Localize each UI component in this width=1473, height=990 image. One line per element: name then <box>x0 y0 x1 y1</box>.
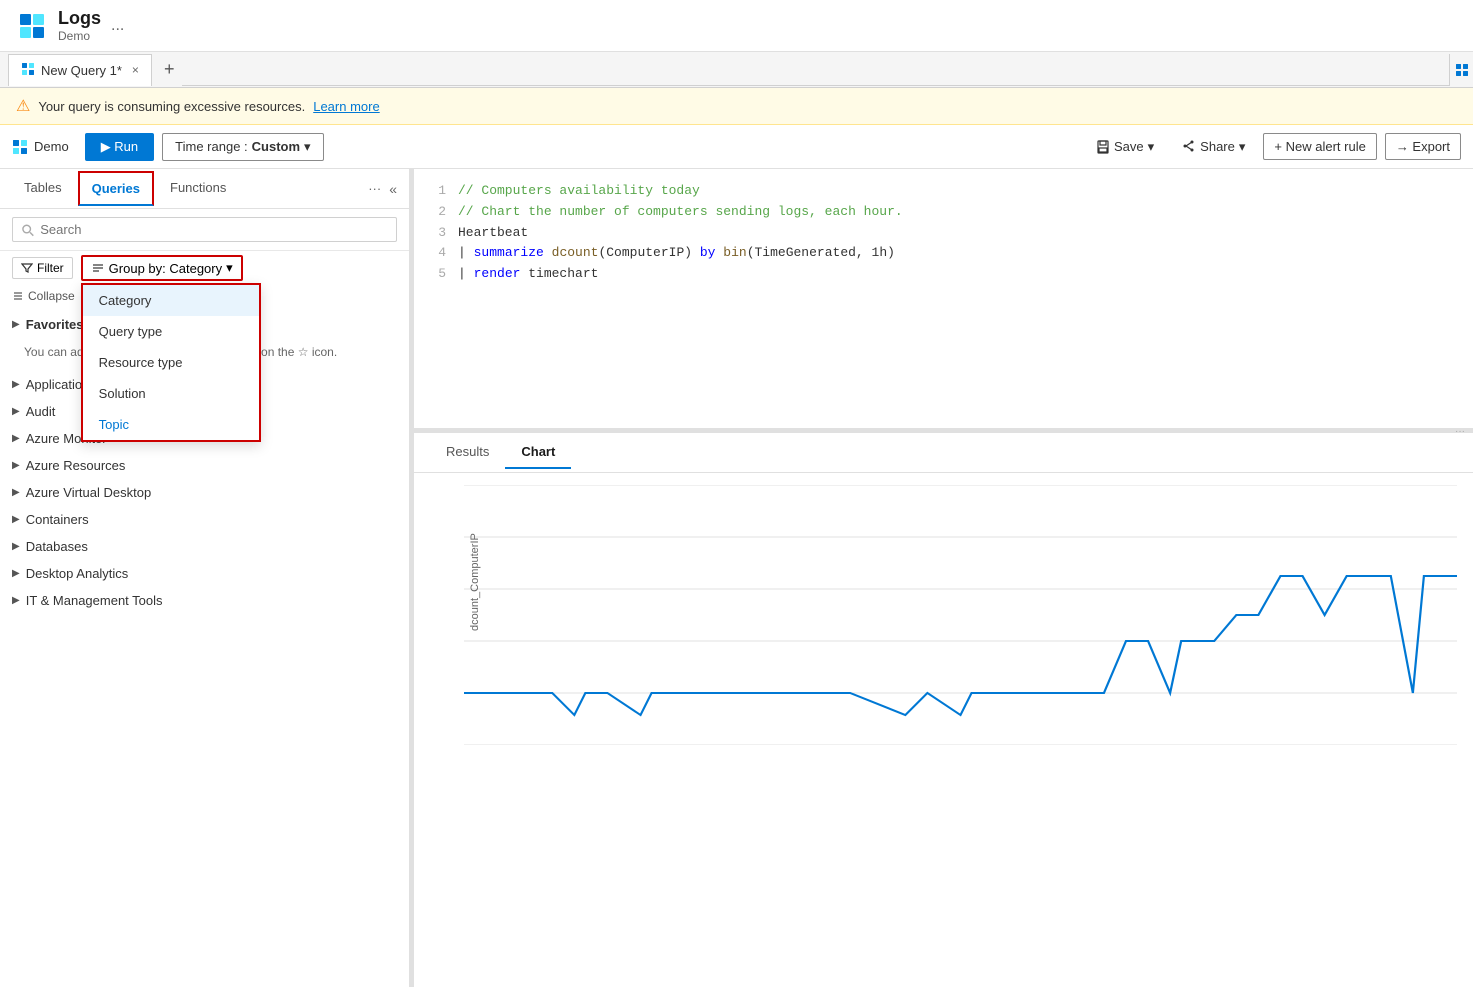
sidebar-section-desktop-analytics[interactable]: ▶ Desktop Analytics <box>0 560 409 587</box>
collapse-label: Collapse <box>28 289 75 303</box>
editor-line-5: 5 | render timechart <box>430 264 1457 285</box>
save-label: Save <box>1114 139 1144 154</box>
section-label: Audit <box>26 404 56 419</box>
sidebar-section-azure-resources[interactable]: ▶ Azure Resources <box>0 452 409 479</box>
export-button[interactable]: → Export <box>1385 133 1461 160</box>
tab-settings-icon[interactable] <box>1449 54 1473 86</box>
results-area: Results Chart dcount_ComputerIP <box>414 433 1473 987</box>
sidebar-search <box>0 209 409 251</box>
new-tab-button[interactable]: + <box>156 59 183 80</box>
dropdown-item-resource-type[interactable]: Resource type <box>83 347 259 378</box>
group-by-chevron: ▾ <box>226 260 233 276</box>
section-label: Desktop Analytics <box>26 566 129 581</box>
tab-functions[interactable]: Functions <box>158 172 238 205</box>
group-by-label: Group by: Category <box>109 261 222 276</box>
section-label: IT & Management Tools <box>26 593 163 608</box>
section-triangle: ▶ <box>12 541 20 552</box>
section-label: Azure Virtual Desktop <box>26 485 152 500</box>
tab-icon <box>21 62 35 79</box>
editor-line-1: 1 // Computers availability today <box>430 181 1457 202</box>
filter-icon <box>21 262 33 274</box>
toolbar: Demo ▶ Run Time range : Custom ▾ Save ▾ … <box>0 125 1473 169</box>
group-by-icon <box>91 261 105 275</box>
warning-icon: ⚠ <box>16 96 30 116</box>
tab-label: New Query 1* <box>41 63 122 78</box>
run-button[interactable]: ▶ Run <box>85 133 154 161</box>
section-triangle: ▶ <box>12 460 20 471</box>
app-ellipsis[interactable]: ... <box>111 17 124 35</box>
group-by-button[interactable]: Group by: Category ▾ <box>81 255 243 281</box>
search-input[interactable] <box>40 222 388 237</box>
favorites-triangle: ▶ <box>12 319 20 330</box>
time-range-chevron: ▾ <box>304 139 311 155</box>
favorites-title: Favorites <box>26 317 84 332</box>
code-editor[interactable]: 1 // Computers availability today 2 // C… <box>414 169 1473 429</box>
sidebar-section-containers[interactable]: ▶ Containers <box>0 506 409 533</box>
filter-button[interactable]: Filter <box>12 257 73 279</box>
tab-tables[interactable]: Tables <box>12 172 74 205</box>
section-triangle: ▶ <box>12 514 20 525</box>
sidebar-more-icon[interactable]: ··· <box>368 181 381 196</box>
workspace-name: Demo <box>34 139 69 154</box>
filter-label: Filter <box>37 261 64 275</box>
section-triangle: ▶ <box>12 568 20 579</box>
time-range-button[interactable]: Time range : Custom ▾ <box>162 133 323 161</box>
new-alert-button[interactable]: + New alert rule <box>1263 133 1376 160</box>
right-panel: 1 // Computers availability today 2 // C… <box>414 169 1473 987</box>
sidebar-tabs: Tables Queries Functions ··· « <box>0 169 409 209</box>
collapse-icon <box>12 290 24 302</box>
sidebar-section-it-&-management-tools[interactable]: ▶ IT & Management Tools <box>0 587 409 614</box>
section-label: Azure Resources <box>26 458 126 473</box>
section-triangle: ▶ <box>12 406 20 417</box>
chart-tab[interactable]: Chart <box>505 436 571 469</box>
time-range-label: Time range : <box>175 139 248 154</box>
learn-more-link[interactable]: Learn more <box>313 99 379 114</box>
results-tab[interactable]: Results <box>430 436 505 469</box>
dropdown-item-query-type[interactable]: Query type <box>83 316 259 347</box>
sidebar-section-azure-virtual-desktop[interactable]: ▶ Azure Virtual Desktop <box>0 479 409 506</box>
save-button[interactable]: Save ▾ <box>1086 134 1164 160</box>
tab-queries[interactable]: Queries <box>78 171 154 206</box>
app-icon <box>16 10 48 42</box>
section-label: Containers <box>26 512 89 527</box>
section-label: Databases <box>26 539 88 554</box>
dropdown-item-category[interactable]: Category <box>83 285 259 316</box>
tab-bar: New Query 1* × + <box>0 52 1473 88</box>
results-tabs: Results Chart <box>414 433 1473 473</box>
group-by-dropdown: Category Query type Resource type Soluti… <box>81 283 261 442</box>
dropdown-item-topic[interactable]: Topic <box>83 409 259 440</box>
app-title: Logs <box>58 8 101 29</box>
warning-text: Your query is consuming excessive resour… <box>38 99 305 114</box>
sidebar-collapse-icon[interactable]: « <box>389 181 397 197</box>
y-axis-label: dcount_ComputerIP <box>469 533 481 631</box>
time-range-value: Custom <box>252 139 300 154</box>
editor-line-3: 3 Heartbeat <box>430 223 1457 244</box>
chart-svg: 26 24 22 20 18 <box>464 485 1457 745</box>
editor-line-2: 2 // Chart the number of computers sendi… <box>430 202 1457 223</box>
chart-area: dcount_ComputerIP 26 24 22 20 <box>414 473 1473 987</box>
search-wrap <box>12 217 397 242</box>
section-triangle: ▶ <box>12 379 20 390</box>
tab-close-icon[interactable]: × <box>132 63 139 77</box>
top-bar: Logs Demo ... <box>0 0 1473 52</box>
app-subtitle: Demo <box>58 29 101 43</box>
dropdown-item-solution[interactable]: Solution <box>83 378 259 409</box>
section-triangle: ▶ <box>12 433 20 444</box>
sidebar: Tables Queries Functions ··· « Filter <box>0 169 410 987</box>
sidebar-section-databases[interactable]: ▶ Databases <box>0 533 409 560</box>
main-layout: Tables Queries Functions ··· « Filter <box>0 169 1473 987</box>
demo-label: Demo <box>12 139 69 155</box>
warning-bar: ⚠ Your query is consuming excessive reso… <box>0 88 1473 125</box>
editor-line-4: 4 | summarize dcount(ComputerIP) by bin(… <box>430 243 1457 264</box>
search-icon <box>21 223 34 237</box>
share-button[interactable]: Share ▾ <box>1172 134 1255 160</box>
filter-row: Filter Group by: Category ▾ Category Que <box>0 251 409 285</box>
group-by-wrap: Group by: Category ▾ Category Query type… <box>81 255 243 281</box>
query-tab[interactable]: New Query 1* × <box>8 54 152 86</box>
section-triangle: ▶ <box>12 487 20 498</box>
section-triangle: ▶ <box>12 595 20 606</box>
share-label: Share <box>1200 139 1235 154</box>
